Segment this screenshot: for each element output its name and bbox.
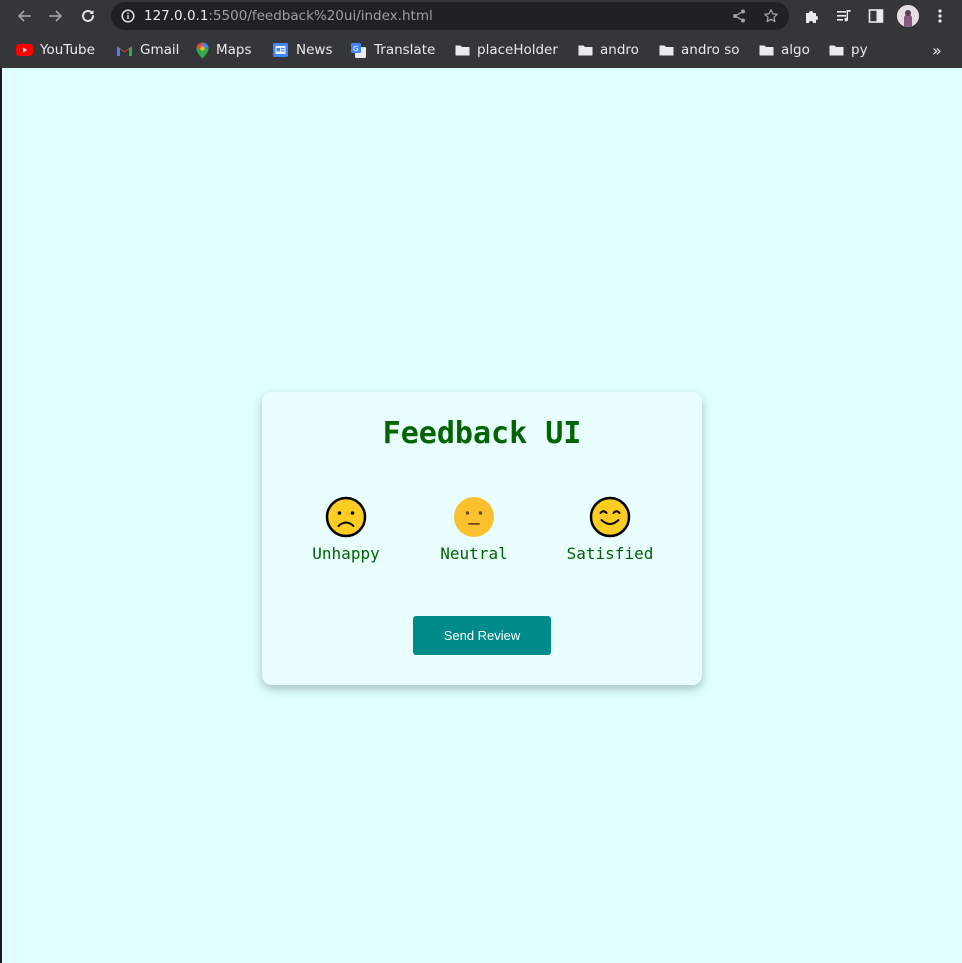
send-review-button[interactable]: Send Review	[413, 616, 551, 655]
browser-chrome: 127.0.0.1:5500/feedback%20ui/index.html	[0, 0, 962, 68]
unhappy-emoji-icon	[325, 496, 367, 538]
bookmark-translate[interactable]: G Translate	[350, 40, 435, 60]
bookmark-label: Maps	[216, 42, 252, 58]
profile-avatar[interactable]	[897, 5, 919, 27]
rating-neutral[interactable]: Neutral	[414, 496, 534, 563]
site-info-icon[interactable]	[121, 9, 135, 23]
url-text[interactable]: 127.0.0.1:5500/feedback%20ui/index.html	[144, 8, 433, 24]
folder-icon	[578, 45, 593, 56]
bookmark-label: YouTube	[40, 42, 95, 58]
forward-button[interactable]	[44, 4, 68, 28]
reload-icon	[82, 10, 94, 22]
avatar-image-icon	[897, 5, 919, 27]
bookmark-gmail[interactable]: Gmail	[116, 40, 179, 60]
bookmark-label: algo	[781, 42, 810, 58]
media-control-icon[interactable]	[835, 7, 853, 25]
news-icon	[273, 43, 288, 57]
bookmark-label: placeHolder	[477, 42, 558, 58]
bookmark-label: Translate	[374, 42, 436, 58]
bookmark-folder-placeholder[interactable]: placeHolder	[455, 40, 558, 60]
url-host: 127.0.0.1	[144, 8, 209, 24]
svg-text:G: G	[353, 45, 358, 53]
neutral-emoji-icon	[454, 497, 494, 537]
translate-icon: G	[351, 42, 366, 58]
bookmark-maps[interactable]: Maps	[196, 40, 252, 60]
reload-button[interactable]	[76, 4, 100, 28]
url-path: :5500/feedback%20ui/index.html	[208, 8, 433, 24]
bookmarks-overflow-button[interactable]: »	[932, 40, 942, 60]
bookmark-youtube[interactable]: YouTube	[16, 40, 95, 60]
folder-icon	[829, 45, 844, 56]
feedback-card: Feedback UI Unhappy Neutral Satisfied Se…	[262, 392, 702, 685]
forward-arrow-icon	[49, 10, 62, 22]
bookmark-folder-py[interactable]: py	[829, 40, 868, 60]
back-arrow-icon	[18, 10, 31, 22]
folder-icon	[759, 45, 774, 56]
extensions-icon[interactable]	[803, 7, 821, 25]
share-icon[interactable]	[731, 8, 747, 24]
bookmark-label: News	[296, 42, 333, 58]
back-button[interactable]	[12, 4, 36, 28]
overflow-chevron-icon: »	[932, 40, 942, 60]
bookmark-label: andro so	[681, 42, 740, 58]
bookmark-folder-algo[interactable]: algo	[759, 40, 810, 60]
folder-icon	[455, 45, 470, 56]
rating-unhappy[interactable]: Unhappy	[286, 496, 406, 563]
browser-toolbar: 127.0.0.1:5500/feedback%20ui/index.html	[0, 0, 962, 32]
satisfied-emoji-icon	[589, 496, 631, 538]
window-edge	[0, 68, 2, 963]
gmail-icon	[117, 45, 132, 56]
bookmark-folder-andro-so[interactable]: andro so	[659, 40, 740, 60]
rating-label: Neutral	[440, 544, 508, 563]
bookmark-folder-andro[interactable]: andro	[578, 40, 639, 60]
rating-satisfied[interactable]: Satisfied	[550, 496, 670, 563]
maps-icon	[196, 42, 209, 58]
bookmark-label: andro	[600, 42, 639, 58]
feedback-title: Feedback UI	[382, 416, 582, 451]
bookmark-label: Gmail	[140, 42, 180, 58]
rating-label: Unhappy	[312, 544, 380, 563]
menu-kebab-icon[interactable]	[932, 7, 948, 25]
rating-label: Satisfied	[566, 544, 654, 563]
address-bar[interactable]: 127.0.0.1:5500/feedback%20ui/index.html	[111, 2, 789, 30]
bookmark-news[interactable]: News	[272, 40, 332, 60]
bookmark-star-icon[interactable]	[763, 8, 779, 24]
bookmark-label: py	[851, 42, 868, 58]
youtube-icon	[16, 44, 33, 56]
folder-icon	[659, 45, 674, 56]
side-panel-icon[interactable]	[867, 7, 885, 25]
bookmarks-bar: YouTube Gmail Maps News G Translate plac…	[0, 32, 962, 66]
